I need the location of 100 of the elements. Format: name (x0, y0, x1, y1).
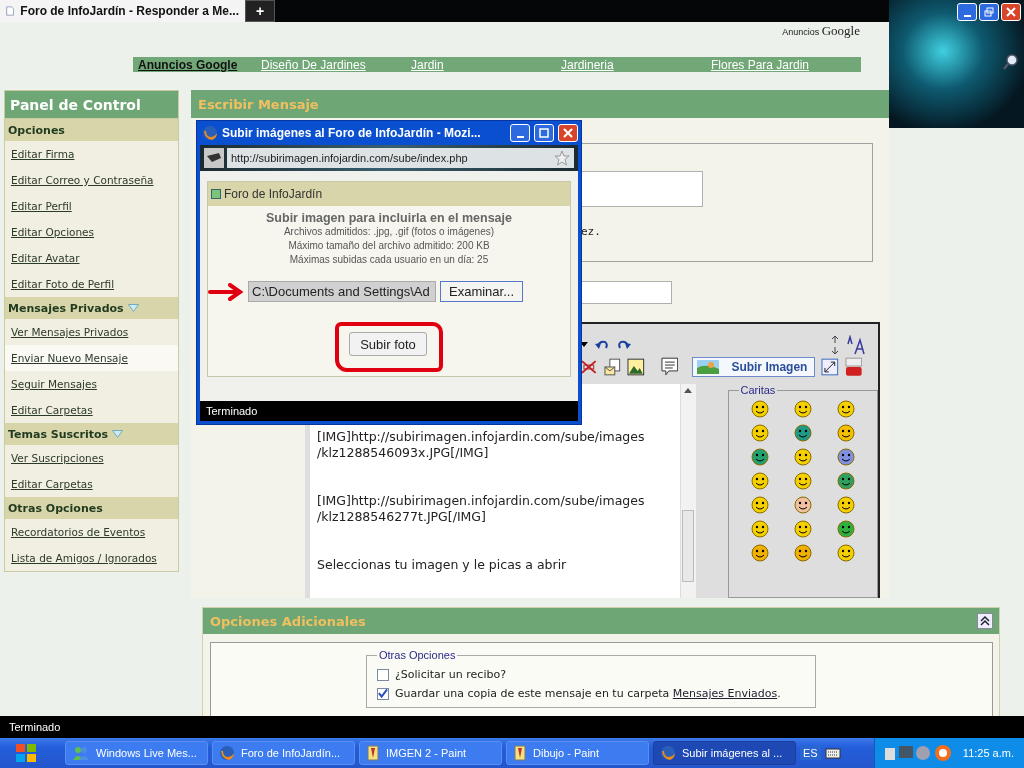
font-size-icon[interactable] (846, 335, 866, 355)
smiley-icon[interactable] (793, 520, 812, 538)
smiley-icon[interactable] (793, 472, 812, 490)
smiley-icon[interactable] (793, 544, 812, 562)
close-button[interactable] (1001, 3, 1021, 21)
smiley-icon[interactable] (793, 400, 812, 418)
minimize-button[interactable] (957, 3, 977, 21)
taskbar-button[interactable]: IMGEN 2 - Paint (359, 741, 502, 765)
ads-logo: Anuncios Google (782, 23, 860, 39)
upload-image-button[interactable]: Subir Imagen (692, 357, 815, 377)
message-paragraph: [IMG]http://subirimagen.infojardin.com/sube/images /klz1288546277t.JPG[/IMG] (317, 493, 646, 525)
minimize-button[interactable] (510, 124, 530, 142)
sidebar-item[interactable]: Recordatorios de Eventos (5, 519, 178, 545)
checkbox[interactable] (377, 668, 389, 681)
smiley-icon[interactable] (750, 472, 769, 490)
expand-icon[interactable] (830, 335, 840, 355)
message-paragraph: [IMG]http://subirimagen.infojardin.com/sube/images /klz1288546093x.JPG[/IMG] (317, 429, 646, 461)
smiley-icon[interactable] (750, 424, 769, 442)
sidebar-item[interactable]: Editar Foto de Perfil (5, 271, 178, 297)
collapse-button[interactable] (977, 613, 993, 629)
sidebar-item[interactable]: Editar Carpetas (5, 471, 178, 497)
new-tab-button[interactable]: + (245, 0, 275, 22)
sidebar-link[interactable]: Seguir Mensajes (11, 378, 97, 390)
panel-title: Panel de Control (5, 91, 178, 119)
smiley-icon[interactable] (836, 448, 855, 466)
star-icon[interactable] (554, 150, 570, 166)
section-title: Otras Opciones (8, 501, 103, 515)
smiley-icon[interactable] (836, 544, 855, 562)
sidebar-item[interactable]: Ver Mensajes Privados (5, 319, 178, 345)
crossed-icon[interactable] (580, 359, 598, 375)
page-icon (6, 4, 15, 18)
sidebar-item[interactable]: Editar Opciones (5, 219, 178, 245)
maximize-button[interactable] (534, 124, 554, 142)
upload-photo-button[interactable]: Subir foto (349, 332, 427, 356)
sidebar-link[interactable]: Editar Carpetas (11, 478, 93, 490)
checkbox[interactable] (377, 687, 389, 700)
panel-title: Escribir Mensaje (198, 96, 319, 112)
sidebar-item[interactable]: Editar Avatar (5, 245, 178, 271)
note-icon[interactable] (660, 357, 679, 377)
sidebar-item[interactable]: Lista de Amigos / Ignorados (5, 545, 178, 571)
sidebar-link[interactable]: Lista de Amigos / Ignorados (11, 552, 157, 564)
smiley-icon[interactable] (836, 472, 855, 490)
keyboard-icon[interactable] (824, 747, 841, 759)
sidebar-item[interactable]: Editar Firma (5, 141, 178, 167)
browser-tab[interactable]: Foro de InfoJardín - Responder a Me... (0, 0, 245, 22)
sidebar-link[interactable]: Editar Avatar (11, 252, 80, 264)
smiley-icon[interactable] (750, 520, 769, 538)
smiley-icon[interactable] (750, 496, 769, 514)
smiley-icon[interactable] (836, 520, 855, 538)
smiley-icon[interactable] (793, 424, 812, 442)
smiley-icon[interactable] (836, 400, 855, 418)
sidebar-link[interactable]: Ver Suscripciones (11, 452, 104, 464)
close-button[interactable] (558, 124, 578, 142)
windows-logo-icon[interactable] (15, 743, 37, 763)
ads-title-link[interactable]: Anuncios Google (138, 57, 261, 72)
taskbar-button[interactable]: Subir imágenes al ... (653, 741, 796, 765)
restore-icon (984, 7, 994, 17)
image-icon[interactable] (627, 358, 645, 376)
sidebar-item[interactable]: Editar Correo y Contraseña (5, 167, 178, 193)
address-bar[interactable]: http://subirimagen.infojardin.com/sube/index.php (227, 148, 574, 168)
smiley-icon[interactable] (793, 448, 812, 466)
status-text: Terminado (9, 721, 61, 733)
sidebar-link[interactable]: Editar Opciones (11, 226, 95, 238)
taskbar-button[interactable]: Windows Live Mes... (65, 741, 208, 765)
sidebar-link[interactable]: Editar Correo y Contraseña (11, 174, 154, 186)
smiley-icon[interactable] (836, 424, 855, 442)
document-mail-icon[interactable] (603, 358, 622, 376)
clock[interactable]: 11:25 a.m. (962, 747, 1014, 759)
sidebar-link[interactable]: Editar Carpetas (11, 404, 93, 416)
sidebar-item[interactable]: Editar Carpetas (5, 397, 178, 423)
smiley-icon[interactable] (750, 544, 769, 562)
sidebar-link[interactable]: Ver Mensajes Privados (11, 326, 129, 338)
fieldset-legend: Otras Opciones (377, 649, 458, 661)
sidebar-link[interactable]: Editar Perfil (11, 200, 72, 212)
smiley-icon[interactable] (750, 448, 769, 466)
smiley-icon[interactable] (836, 496, 855, 514)
search-icon[interactable] (1003, 54, 1019, 70)
sidebar-link[interactable]: Enviar Nuevo Mensaje (11, 352, 128, 364)
file-path-field[interactable]: C:\Documents and Settings\Ad (248, 281, 436, 302)
smiley-icon[interactable] (750, 400, 769, 418)
smiley-icon[interactable] (793, 496, 812, 514)
browse-button[interactable]: Examinar... (440, 281, 523, 302)
sidebar-link[interactable]: Editar Firma (11, 148, 75, 160)
sidebar-item[interactable]: Seguir Mensajes (5, 371, 178, 397)
site-icon (204, 148, 224, 168)
taskbar-button[interactable]: Foro de InfoJardín... (212, 741, 355, 765)
language-indicator[interactable]: ES (800, 746, 821, 760)
sidebar-item[interactable]: Enviar Nuevo Mensaje (5, 345, 178, 371)
landscape-icon (697, 360, 720, 374)
scroll-up-icon[interactable] (684, 388, 692, 393)
sidebar-item[interactable]: Editar Perfil (5, 193, 178, 219)
restore-button[interactable] (979, 3, 999, 21)
option-label: Guardar una copia de este mensaje en tu carpeta Mensajes Enviados. (395, 687, 781, 700)
resize-icon[interactable] (820, 358, 839, 376)
sidebar-link[interactable]: Recordatorios de Eventos (11, 526, 146, 538)
sidebar-link[interactable]: Editar Foto de Perfil (11, 278, 115, 290)
scrollbar[interactable] (679, 384, 696, 598)
taskbar-button[interactable]: Dibujo - Paint (506, 741, 649, 765)
sidebar-item[interactable]: Ver Suscripciones (5, 445, 178, 471)
scroll-thumb[interactable] (682, 510, 694, 582)
